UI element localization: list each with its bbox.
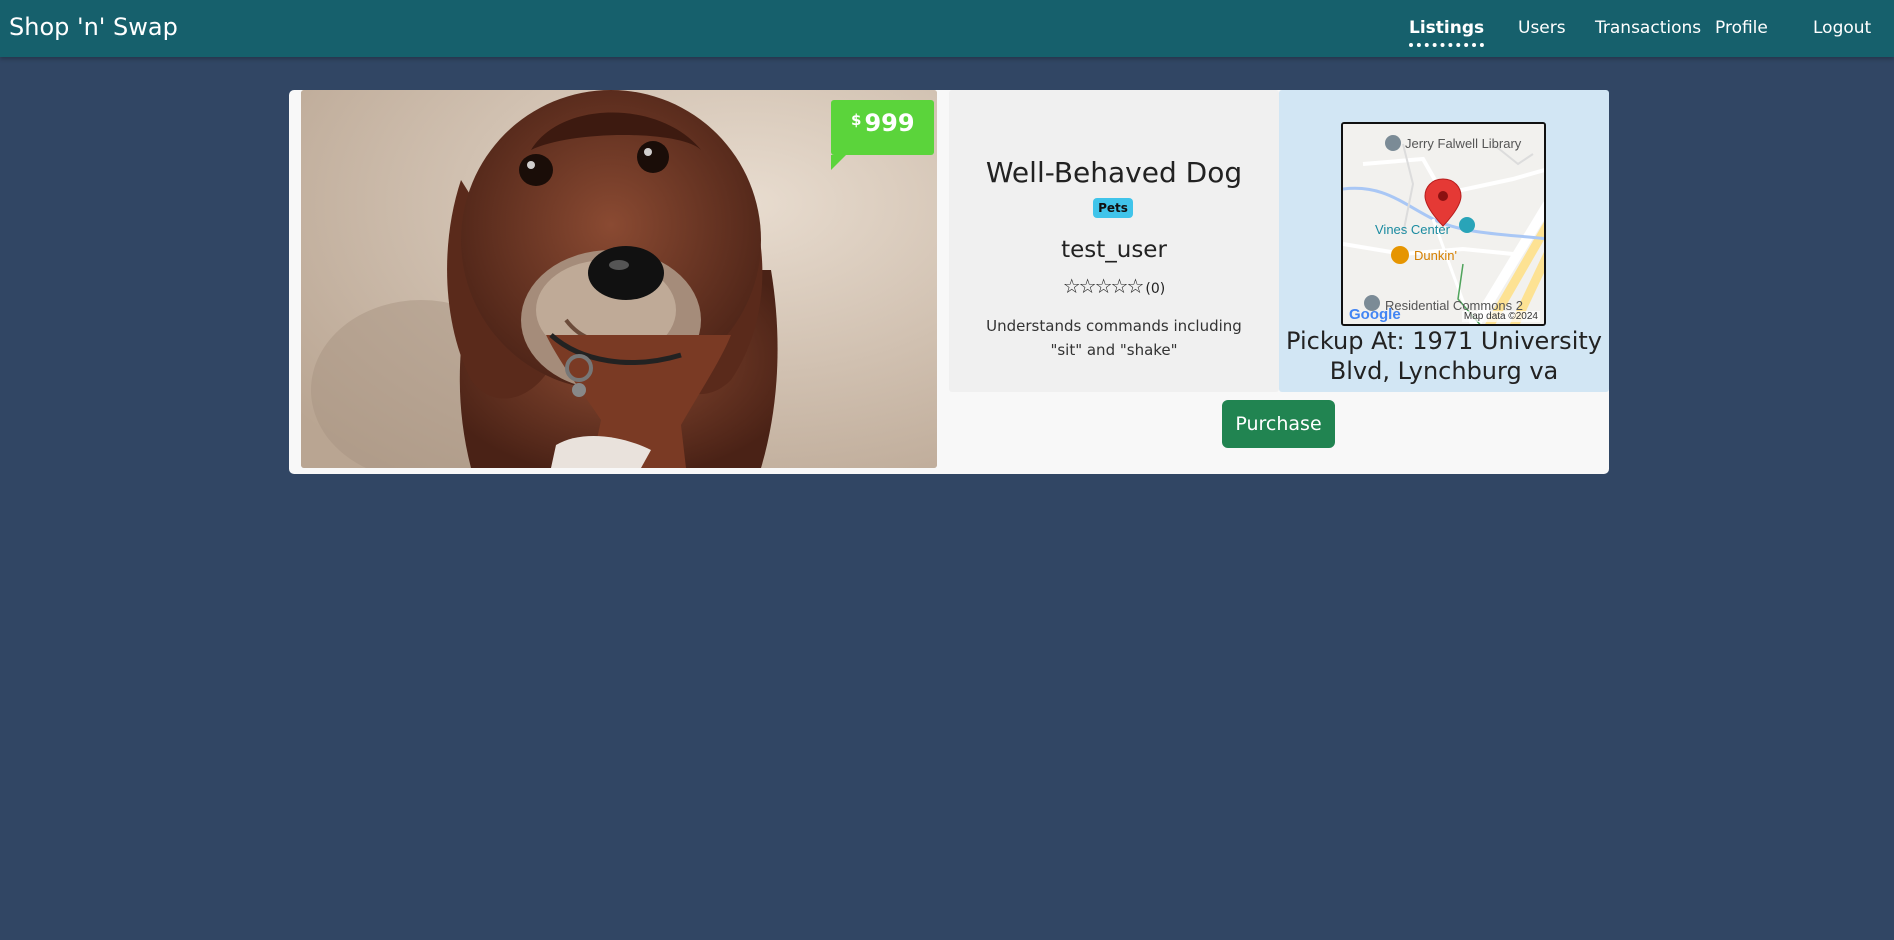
map-label-dunkin: Dunkin' xyxy=(1414,248,1457,263)
seller-rating: ☆☆☆☆☆ (0) xyxy=(949,274,1279,298)
listing-description: Understands commands including "sit" and… xyxy=(986,317,1242,359)
pickup-address: Pickup At: 1971 University Blvd, Lynchbu… xyxy=(1286,327,1602,385)
category-badge: Pets xyxy=(1093,198,1133,218)
brand-link[interactable]: Shop 'n' Swap xyxy=(9,13,178,41)
map-label-library: Jerry Falwell Library xyxy=(1405,136,1522,151)
nav-profile[interactable]: Profile xyxy=(1715,18,1768,38)
seller-name[interactable]: test_user xyxy=(949,237,1279,263)
price-tag: $999 xyxy=(831,100,934,170)
map-attribution: Map data ©2024 xyxy=(1461,311,1540,322)
nav-transactions[interactable]: Transactions xyxy=(1595,18,1701,38)
listing-card: $999 Well-Behaved Dog Pets test_user ☆☆☆… xyxy=(289,90,1609,474)
nav-logout[interactable]: Logout xyxy=(1813,18,1871,38)
price-value: 999 xyxy=(864,109,915,137)
purchase-button[interactable]: Purchase xyxy=(1222,400,1335,448)
rating-stars-icon: ☆☆☆☆☆ xyxy=(1062,274,1145,298)
nav-listings[interactable]: Listings xyxy=(1409,18,1485,47)
navbar: Shop 'n' Swap Listings Users Transaction… xyxy=(0,0,1894,57)
listing-title: Well-Behaved Dog xyxy=(985,156,1243,189)
pickup-map[interactable]: Jerry Falwell Library Vines Center Dunki… xyxy=(1341,122,1546,326)
rating-count: (0) xyxy=(1145,281,1166,297)
map-label-vines: Vines Center xyxy=(1375,222,1450,237)
price-currency: $ xyxy=(851,111,862,129)
pickup-panel: Jerry Falwell Library Vines Center Dunki… xyxy=(1279,90,1609,392)
nav-users[interactable]: Users xyxy=(1518,18,1566,38)
listing-info-panel: Well-Behaved Dog Pets test_user ☆☆☆☆☆ (0)… xyxy=(949,90,1279,392)
google-logo: Google xyxy=(1349,306,1401,323)
